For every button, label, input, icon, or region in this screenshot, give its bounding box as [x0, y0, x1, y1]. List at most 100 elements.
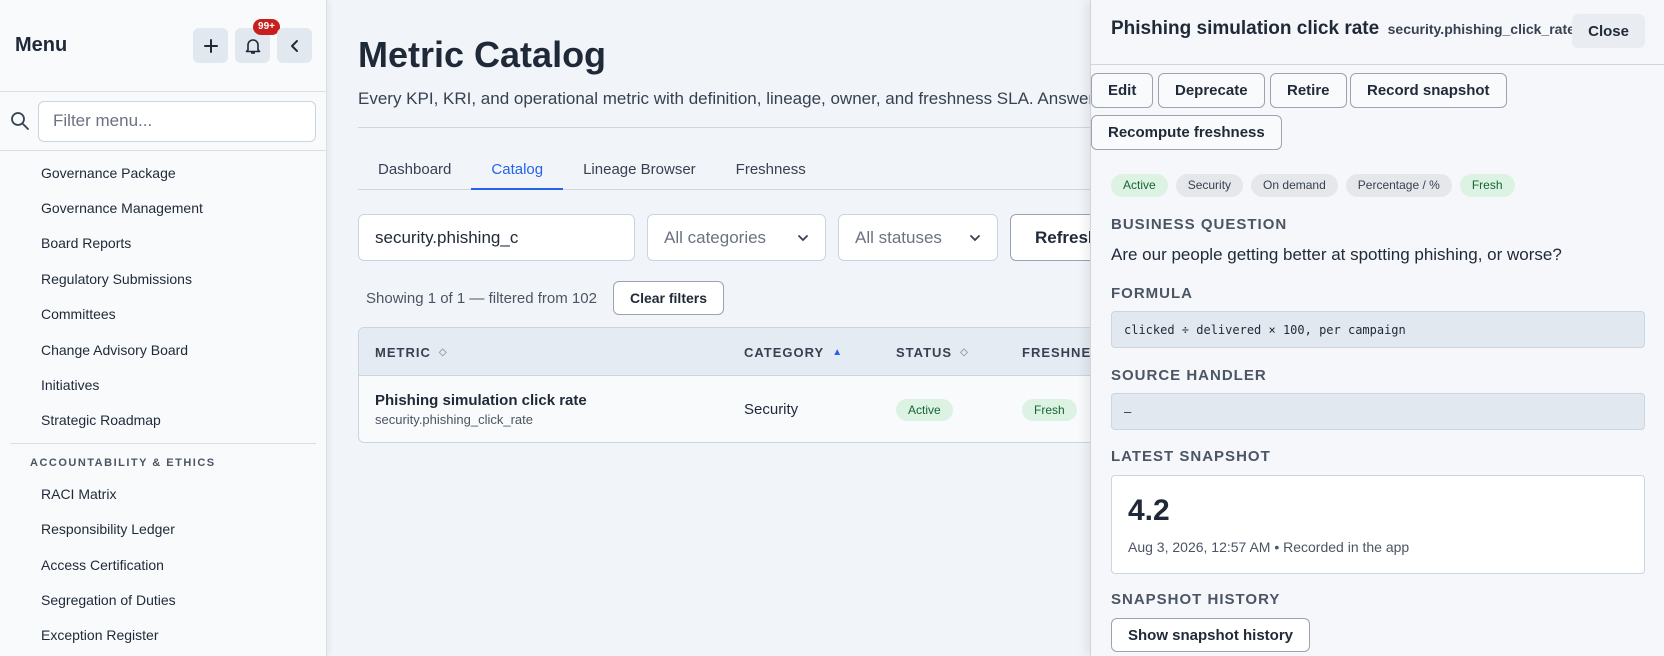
metric-cell: Phishing simulation click rate security.…: [375, 376, 587, 442]
chevron-left-icon: [290, 39, 298, 52]
freshness-cell: Fresh: [1022, 376, 1077, 442]
sort-icon: ◇: [960, 346, 969, 358]
plus-icon: [203, 38, 218, 53]
search-icon: [10, 111, 38, 131]
sidebar-item-segregation-of-duties[interactable]: Segregation of Duties: [0, 582, 326, 617]
sidebar: Menu 99+ Governance Package Governance M…: [0, 0, 327, 656]
column-status[interactable]: STATUS ◇: [896, 328, 969, 376]
source-handler-label: SOURCE HANDLER: [1111, 367, 1267, 384]
latest-snapshot-card: 4.2 Aug 3, 2026, 12:57 AM • Recorded in …: [1111, 475, 1645, 574]
page-title: Metric Catalog: [358, 34, 607, 75]
tab-dashboard[interactable]: Dashboard: [358, 150, 471, 190]
sidebar-item-board-reports[interactable]: Board Reports: [0, 226, 326, 261]
latest-snapshot-meta: Aug 3, 2026, 12:57 AM • Recorded in the …: [1128, 539, 1410, 555]
sidebar-item-raci-matrix[interactable]: RACI Matrix: [0, 476, 326, 511]
sidebar-section-accountability: ACCOUNTABILITY & ETHICS: [30, 456, 216, 469]
chevron-down-icon: [970, 234, 980, 241]
sidebar-item-governance-management[interactable]: Governance Management: [0, 190, 326, 225]
tag-category: Security: [1175, 174, 1244, 197]
status-select[interactable]: All statuses: [838, 214, 998, 261]
header-divider: [358, 127, 1098, 128]
status-select-value: All statuses: [855, 227, 942, 247]
recompute-freshness-button[interactable]: Recompute freshness: [1091, 115, 1282, 150]
latest-snapshot-value: 4.2: [1128, 494, 1170, 527]
metrics-table: METRIC ◇ CATEGORY ▲ STATUS ◇ FRESHNESS P…: [358, 327, 1098, 443]
status-cell: Active: [896, 376, 953, 442]
latest-snapshot-label: LATEST SNAPSHOT: [1111, 448, 1271, 465]
show-snapshot-history-button[interactable]: Show snapshot history: [1111, 618, 1311, 652]
sidebar-item-access-certification[interactable]: Access Certification: [0, 547, 326, 582]
sidebar-title: Menu: [15, 34, 68, 56]
metric-search-input[interactable]: security.phishing_c: [358, 214, 635, 261]
sidebar-item-committees[interactable]: Committees: [0, 297, 326, 332]
column-freshness[interactable]: FRESHNESS: [1022, 328, 1097, 376]
tab-catalog[interactable]: Catalog: [471, 150, 564, 190]
sidebar-header: Menu 99+: [0, 0, 326, 92]
sidebar-divider: [10, 443, 316, 445]
business-question-text: Are our people getting better at spottin…: [1111, 245, 1562, 264]
metric-key: security.phishing_click_rate: [375, 412, 533, 427]
sidebar-item-regulatory-submissions[interactable]: Regulatory Submissions: [0, 261, 326, 296]
tab-freshness[interactable]: Freshness: [716, 150, 826, 190]
notification-badge: 99+: [253, 19, 280, 35]
category-value: Security: [744, 401, 799, 418]
business-question-label: BUSINESS QUESTION: [1111, 216, 1288, 233]
main-content: Metric Catalog Every KPI, KRI, and opera…: [358, 0, 1124, 656]
panel-title-name: Phishing simulation click rate: [1111, 18, 1380, 39]
clear-filters-button[interactable]: Clear filters: [612, 281, 725, 315]
sort-icon: ◇: [438, 346, 448, 358]
sidebar-nav: Governance Package Governance Management…: [0, 151, 326, 653]
table-row[interactable]: Phishing simulation click rate security.…: [359, 376, 1097, 442]
sidebar-item-governance-package[interactable]: Governance Package: [0, 155, 326, 190]
chevron-down-icon: [798, 234, 808, 241]
tag-unit: Percentage / %: [1345, 174, 1452, 197]
category-select[interactable]: All categories: [647, 214, 826, 261]
sort-ascending-icon: ▲: [832, 346, 844, 358]
results-summary: Showing 1 of 1 — filtered from 102 Clear…: [366, 281, 725, 315]
tag-freshness: Fresh: [1459, 174, 1515, 197]
tab-bar: Dashboard Catalog Lineage Browser Freshn…: [358, 150, 1098, 190]
sidebar-item-initiatives[interactable]: Initiatives: [0, 367, 326, 402]
filter-bar: security.phishing_c All categories All s…: [358, 214, 1124, 261]
panel-header: Phishing simulation click rate security.…: [1091, 0, 1664, 65]
metric-detail-panel: Phishing simulation click rate security.…: [1090, 0, 1664, 656]
category-cell: Security: [744, 376, 799, 442]
tag-status: Active: [1111, 174, 1168, 197]
sidebar-search: [0, 92, 326, 151]
column-metric[interactable]: METRIC ◇: [375, 328, 448, 376]
formula-label: FORMULA: [1111, 285, 1193, 302]
sidebar-item-change-advisory-board[interactable]: Change Advisory Board: [0, 332, 326, 367]
tab-lineage-browser[interactable]: Lineage Browser: [563, 150, 716, 190]
sidebar-item-responsibility-ledger[interactable]: Responsibility Ledger: [0, 512, 326, 547]
table-header: METRIC ◇ CATEGORY ▲ STATUS ◇ FRESHNESS: [359, 328, 1097, 376]
edit-button[interactable]: Edit: [1091, 73, 1154, 108]
snapshot-history-label: SNAPSHOT HISTORY: [1111, 591, 1281, 608]
sidebar-item-exception-register[interactable]: Exception Register: [0, 618, 326, 653]
formula-box: clicked ÷ delivered × 100, per campaign: [1111, 311, 1645, 348]
bell-icon: [245, 38, 260, 54]
notifications-button[interactable]: 99+: [235, 19, 280, 63]
column-category[interactable]: CATEGORY ▲: [744, 328, 843, 376]
retire-button[interactable]: Retire: [1270, 73, 1347, 108]
column-status-label: STATUS: [896, 344, 953, 360]
collapse-sidebar-button[interactable]: [277, 28, 312, 63]
freshness-badge: Fresh: [1022, 398, 1077, 421]
page-description: Every KPI, KRI, and operational metric w…: [358, 89, 1095, 108]
filter-menu-input[interactable]: [38, 100, 316, 142]
showing-count: Showing 1 of 1 — filtered from 102: [366, 289, 597, 307]
panel-title-key: security.phishing_click_rate: [1387, 21, 1575, 37]
close-button[interactable]: Close: [1572, 14, 1645, 48]
source-handler-box: —: [1111, 393, 1645, 430]
column-freshness-label: FRESHNESS: [1022, 344, 1097, 360]
tag-cadence: On demand: [1251, 174, 1338, 197]
record-snapshot-button[interactable]: Record snapshot: [1350, 73, 1507, 108]
add-button[interactable]: [193, 28, 228, 63]
category-select-value: All categories: [664, 227, 767, 247]
status-badge: Active: [896, 398, 953, 421]
column-category-label: CATEGORY: [744, 344, 825, 360]
sidebar-item-strategic-roadmap[interactable]: Strategic Roadmap: [0, 403, 326, 438]
panel-title: Phishing simulation click rate security.…: [1111, 18, 1575, 40]
deprecate-button[interactable]: Deprecate: [1158, 73, 1265, 108]
metric-name: Phishing simulation click rate: [375, 392, 587, 409]
metric-tags: Active Security On demand Percentage / %…: [1111, 174, 1523, 197]
